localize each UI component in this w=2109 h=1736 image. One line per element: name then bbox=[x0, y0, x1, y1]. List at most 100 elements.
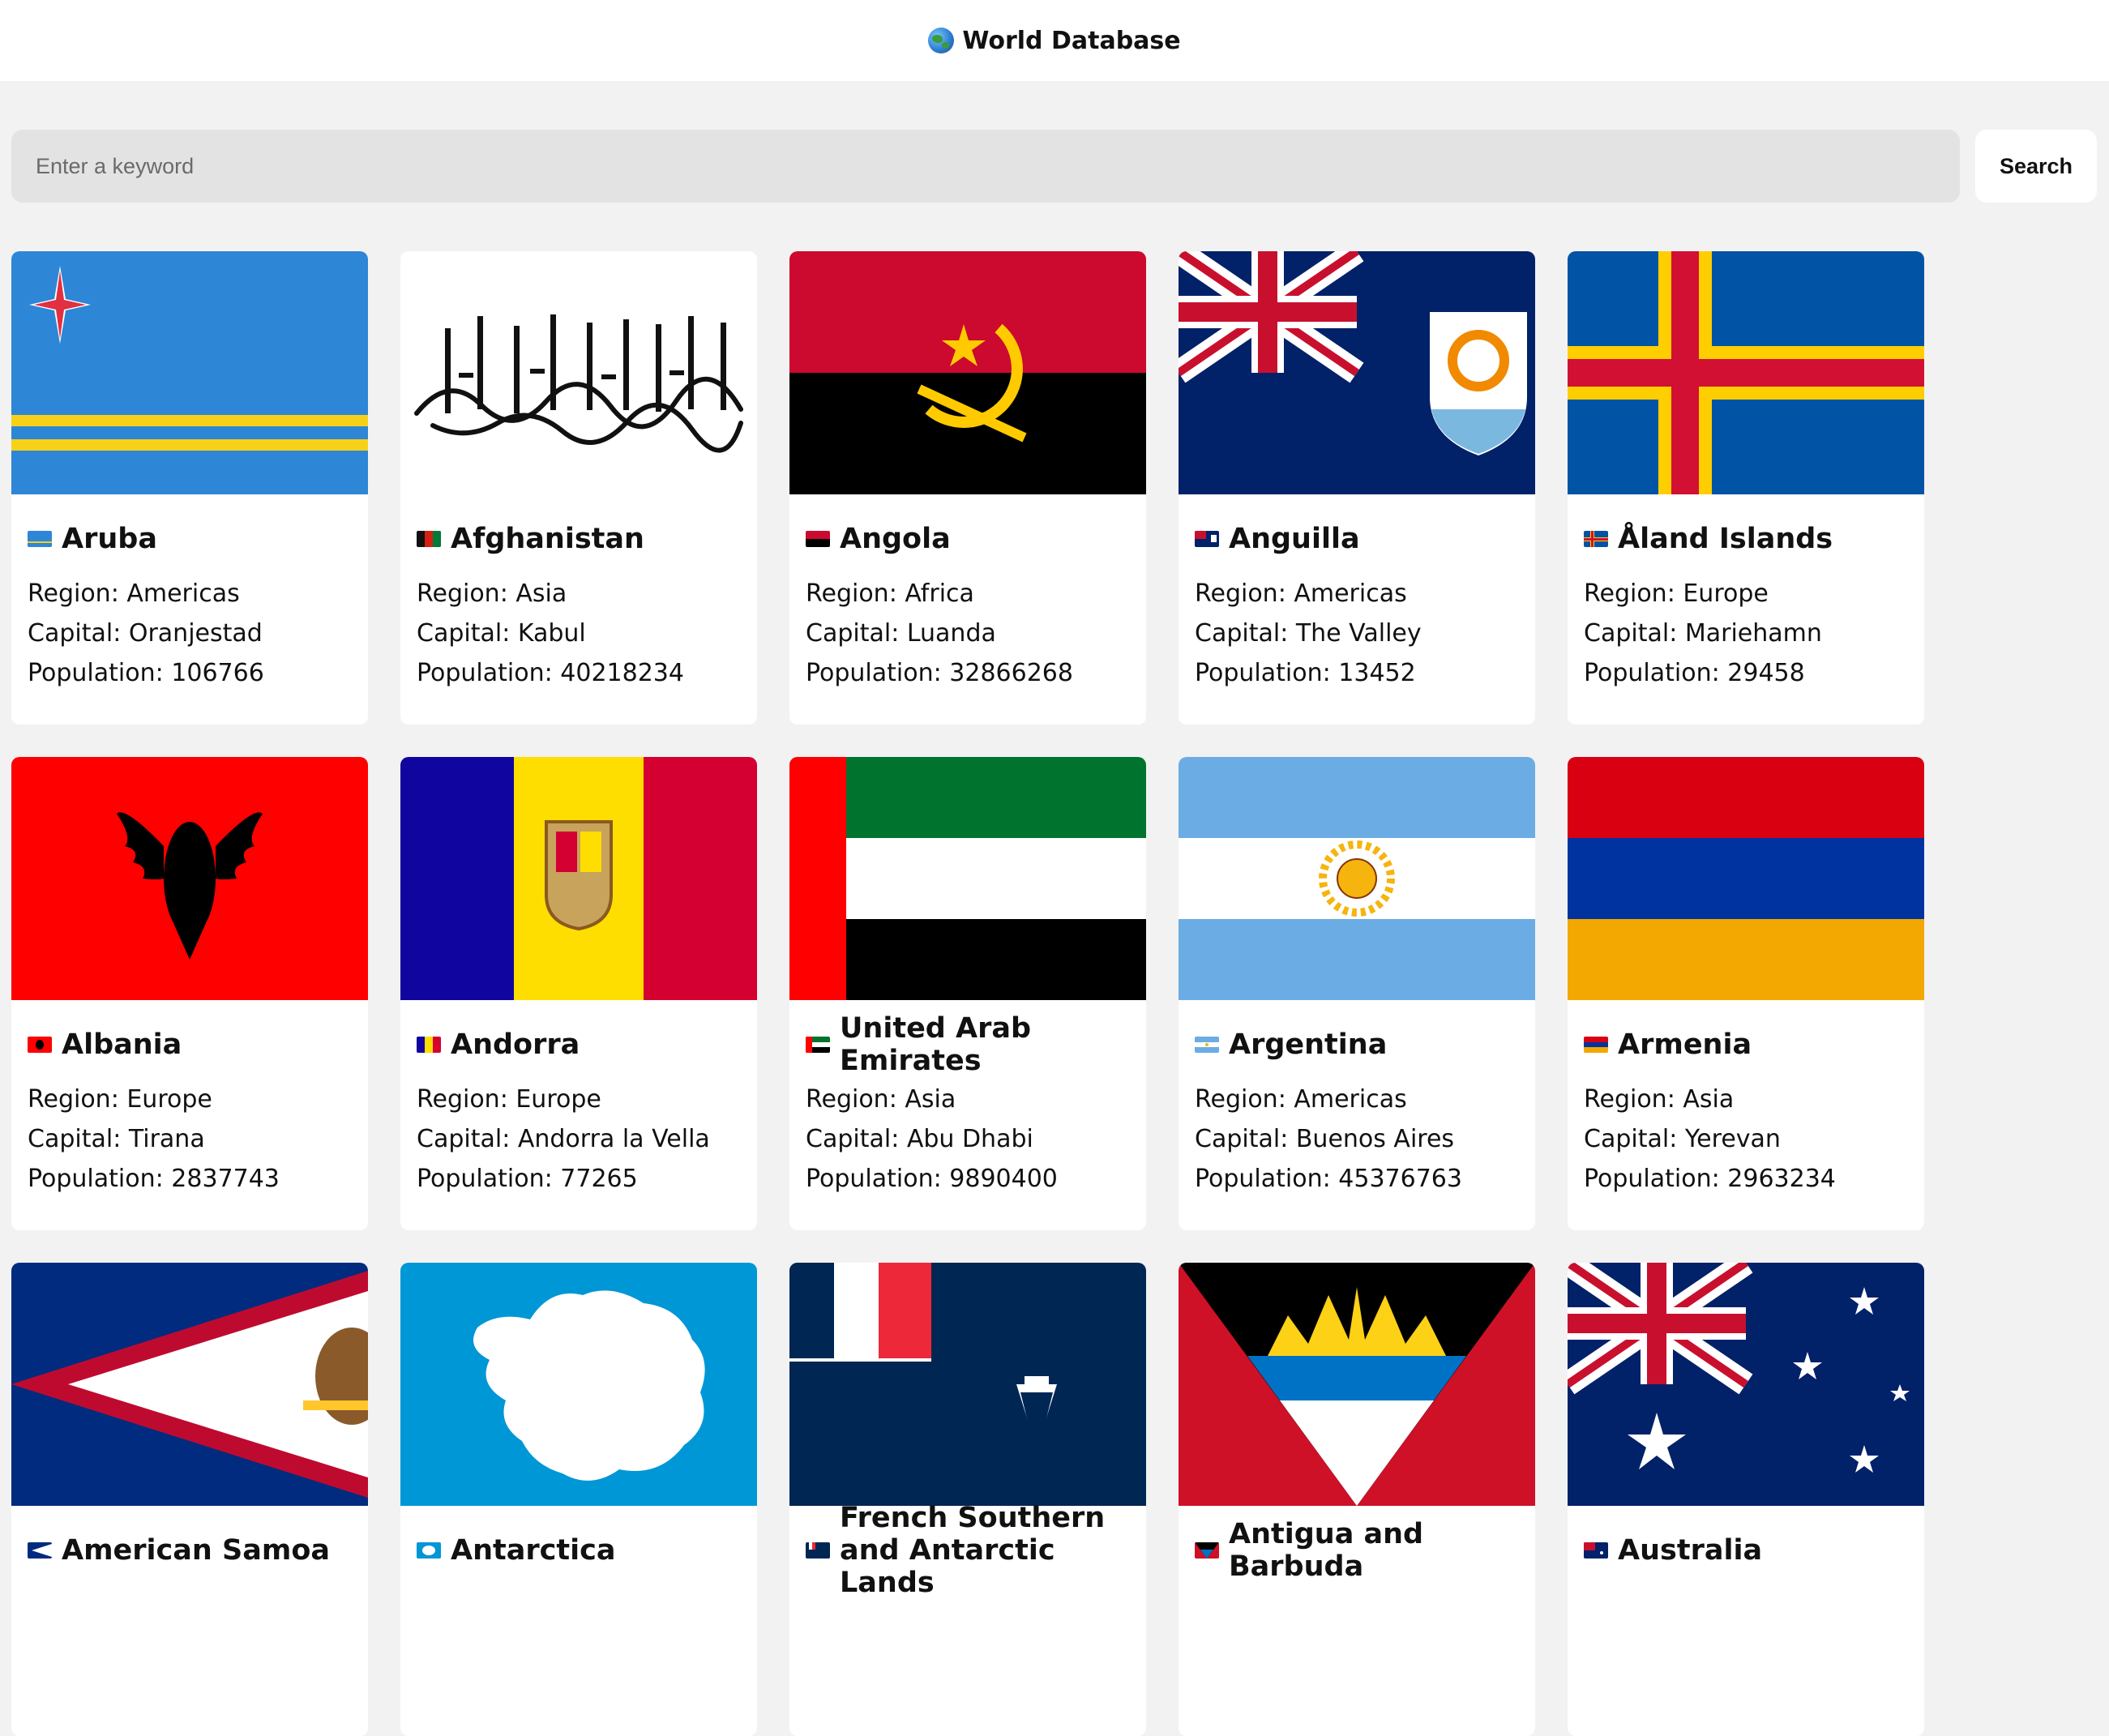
capital-value: Mariehamn bbox=[1684, 619, 1822, 648]
region-value: Africa bbox=[905, 579, 974, 608]
country-card[interactable]: Antarctica bbox=[400, 1263, 757, 1736]
antarctica-mini-flag-icon bbox=[417, 1542, 441, 1559]
capital-value: Kabul bbox=[517, 619, 586, 648]
capital-label: Capital: bbox=[806, 619, 907, 648]
country-card[interactable]: Andorra Region: Europe Capital: Andorra … bbox=[400, 757, 757, 1230]
country-card[interactable]: Antigua and Barbuda bbox=[1179, 1263, 1535, 1736]
capital-value: Yerevan bbox=[1684, 1125, 1781, 1153]
population-label: Population: bbox=[1195, 659, 1339, 687]
population-label: Population: bbox=[417, 1165, 561, 1193]
capital-label: Capital: bbox=[28, 619, 129, 648]
country-card[interactable]: Afghanistan Region: Asia Capital: Kabul … bbox=[400, 251, 757, 725]
region-label: Region: bbox=[1584, 579, 1683, 608]
capital-value: Oranjestad bbox=[128, 619, 263, 648]
afghanistan-flag bbox=[400, 251, 757, 494]
population-value: 77265 bbox=[560, 1165, 638, 1193]
search-input[interactable] bbox=[11, 130, 1960, 203]
capital-label: Capital: bbox=[1584, 1125, 1685, 1153]
region-label: Region: bbox=[417, 579, 516, 608]
anguilla-mini-flag-icon bbox=[1195, 531, 1219, 547]
country-name: Angola bbox=[840, 523, 951, 555]
country-name: Aruba bbox=[62, 523, 157, 555]
country-name: French Southern and Antarctic Lands bbox=[840, 1502, 1106, 1599]
region-label: Region: bbox=[806, 1085, 905, 1114]
region-label: Region: bbox=[28, 1085, 127, 1114]
country-card[interactable]: United Arab Emirates Region: Asia Capita… bbox=[789, 757, 1146, 1230]
country-name: Antigua and Barbuda bbox=[1229, 1518, 1424, 1583]
country-name: Åland Islands bbox=[1618, 523, 1833, 555]
country-card[interactable]: Albania Region: Europe Capital: Tirana P… bbox=[11, 757, 368, 1230]
antigua-and-barbuda-mini-flag-icon bbox=[1195, 1542, 1219, 1559]
capital-label: Capital: bbox=[1195, 1125, 1296, 1153]
capital-value: Tirana bbox=[128, 1125, 205, 1153]
capital-label: Capital: bbox=[417, 1125, 518, 1153]
search-button[interactable]: Search bbox=[1975, 130, 2097, 203]
aland-islands-mini-flag-icon bbox=[1584, 531, 1608, 547]
australia-flag bbox=[1568, 1263, 1924, 1506]
population-label: Population: bbox=[1584, 1165, 1728, 1193]
country-card[interactable]: Armenia Region: Asia Capital: Yerevan Po… bbox=[1568, 757, 1924, 1230]
albania-flag bbox=[11, 757, 368, 1000]
country-card[interactable]: Australia bbox=[1568, 1263, 1924, 1736]
population-label: Population: bbox=[1195, 1165, 1339, 1193]
region-value: Asia bbox=[905, 1085, 956, 1114]
capital-label: Capital: bbox=[28, 1125, 129, 1153]
capital-label: Capital: bbox=[1195, 619, 1296, 648]
capital-value: Abu Dhabi bbox=[906, 1125, 1033, 1153]
brand: World Database bbox=[928, 26, 1181, 55]
country-name: Australia bbox=[1618, 1534, 1763, 1567]
population-value: 40218234 bbox=[560, 659, 684, 687]
population-label: Population: bbox=[417, 659, 561, 687]
population-value: 2837743 bbox=[171, 1165, 280, 1193]
population-value: 9890400 bbox=[949, 1165, 1058, 1193]
capital-value: Buenos Aires bbox=[1295, 1125, 1455, 1153]
country-name: Afghanistan bbox=[451, 523, 644, 555]
region-value: Americas bbox=[1294, 1085, 1407, 1114]
population-value: 13452 bbox=[1338, 659, 1416, 687]
aruba-mini-flag-icon bbox=[28, 531, 52, 547]
antigua-and-barbuda-flag bbox=[1179, 1263, 1535, 1506]
french-southern-lands-flag bbox=[789, 1263, 1146, 1506]
country-card[interactable]: French Southern and Antarctic Lands bbox=[789, 1263, 1146, 1736]
region-label: Region: bbox=[28, 579, 127, 608]
capital-label: Capital: bbox=[1584, 619, 1685, 648]
capital-label: Capital: bbox=[417, 619, 518, 648]
region-value: Asia bbox=[1683, 1085, 1735, 1114]
uae-mini-flag-icon bbox=[806, 1037, 830, 1053]
capital-value: Luanda bbox=[906, 619, 996, 648]
region-value: Europe bbox=[1683, 579, 1769, 608]
region-value: Americas bbox=[126, 579, 240, 608]
population-label: Population: bbox=[806, 1165, 950, 1193]
globe-icon bbox=[928, 28, 955, 53]
country-card[interactable]: American Samoa bbox=[11, 1263, 368, 1736]
andorra-mini-flag-icon bbox=[417, 1037, 441, 1053]
antarctica-flag bbox=[400, 1263, 757, 1506]
american-samoa-mini-flag-icon bbox=[28, 1542, 52, 1559]
country-card[interactable]: Angola Region: Africa Capital: Luanda Po… bbox=[789, 251, 1146, 725]
country-card[interactable]: Åland Islands Region: Europe Capital: Ma… bbox=[1568, 251, 1924, 725]
country-card[interactable]: Argentina Region: Americas Capital: Buen… bbox=[1179, 757, 1535, 1230]
angola-flag bbox=[789, 251, 1146, 494]
country-name: Albania bbox=[62, 1028, 182, 1061]
country-name: American Samoa bbox=[62, 1534, 330, 1567]
aland-islands-flag bbox=[1568, 251, 1924, 494]
page-title: World Database bbox=[962, 26, 1181, 55]
country-name: Argentina bbox=[1229, 1028, 1388, 1061]
country-name: Antarctica bbox=[451, 1534, 616, 1567]
country-name: Armenia bbox=[1618, 1028, 1752, 1061]
armenia-mini-flag-icon bbox=[1584, 1037, 1608, 1053]
region-value: Americas bbox=[1294, 579, 1407, 608]
angola-mini-flag-icon bbox=[806, 531, 830, 547]
country-card[interactable]: Anguilla Region: Americas Capital: The V… bbox=[1179, 251, 1535, 725]
capital-label: Capital: bbox=[806, 1125, 907, 1153]
region-label: Region: bbox=[1195, 1085, 1294, 1114]
population-label: Population: bbox=[806, 659, 950, 687]
population-value: 45376763 bbox=[1338, 1165, 1462, 1193]
american-samoa-flag bbox=[11, 1263, 368, 1506]
capital-value: The Valley bbox=[1295, 619, 1422, 648]
population-label: Population: bbox=[28, 1165, 172, 1193]
country-card[interactable]: Aruba Region: Americas Capital: Oranjest… bbox=[11, 251, 368, 725]
albania-mini-flag-icon bbox=[28, 1037, 52, 1053]
anguilla-flag bbox=[1179, 251, 1535, 494]
population-value: 32866268 bbox=[949, 659, 1073, 687]
